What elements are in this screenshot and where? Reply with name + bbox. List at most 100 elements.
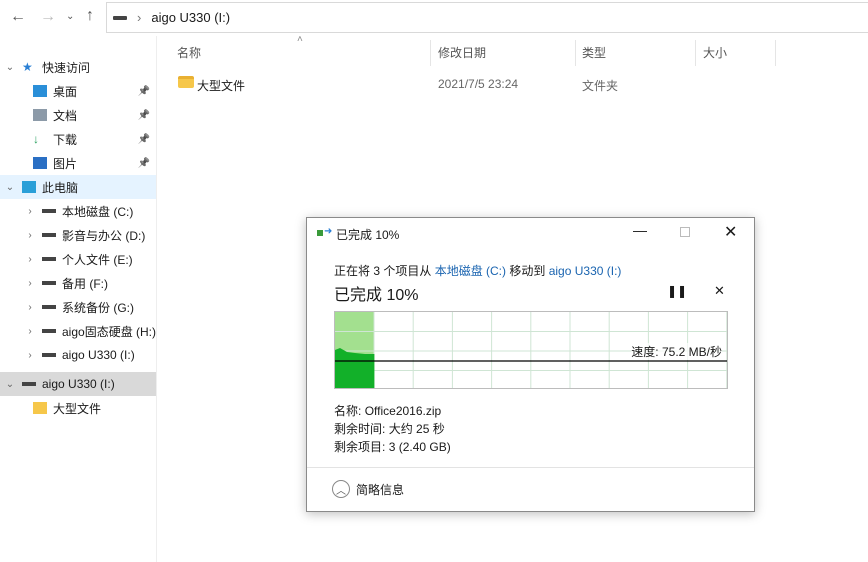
forward-button[interactable]: → xyxy=(40,8,56,26)
close-button[interactable]: ✕ xyxy=(724,222,737,242)
sidebar-item[interactable]: ⌄ aigo U330 (I:) xyxy=(0,372,156,396)
file-type: 文件夹 xyxy=(582,79,619,93)
drive-icon xyxy=(42,353,56,357)
computer-icon xyxy=(22,181,36,193)
items-value: 3 (2.40 GB) xyxy=(388,440,451,454)
name-value: Office2016.zip xyxy=(364,404,442,418)
time-label: 剩余时间: xyxy=(334,422,386,436)
pin-icon[interactable]: 📌 xyxy=(138,134,150,145)
star-icon: ★ xyxy=(22,60,33,74)
sidebar-item-label: 影音与办公 (D:) xyxy=(62,228,146,243)
name-label: 名称: xyxy=(334,404,362,418)
chevron-right-icon[interactable]: › xyxy=(24,302,36,313)
column-type[interactable]: 类型 xyxy=(582,44,606,66)
up-button[interactable]: ↑ xyxy=(86,7,94,25)
desc-mid: 移动到 xyxy=(509,264,546,278)
pin-icon[interactable]: 📌 xyxy=(138,158,150,169)
speed-graph: 速度: 75.2 MB/秒 xyxy=(334,311,728,389)
sidebar-item-label: 桌面 xyxy=(53,84,78,99)
pin-icon[interactable]: 📌 xyxy=(138,86,150,97)
sidebar-item-label: aigo固态硬盘 (H:) xyxy=(62,324,157,339)
column-name[interactable]: 名称 xyxy=(177,44,201,66)
sidebar-item[interactable]: 桌面 📌 xyxy=(0,79,156,103)
sidebar-item-label: 文档 xyxy=(53,108,78,123)
time-value: 大约 25 秒 xyxy=(388,422,445,436)
chevron-down-icon[interactable]: ⌄ xyxy=(4,62,16,73)
maximize-button[interactable] xyxy=(680,227,690,237)
drive-icon xyxy=(42,305,56,309)
drive-icon xyxy=(42,329,56,333)
sidebar-item-label: 本地磁盘 (C:) xyxy=(62,204,134,219)
drive-icon xyxy=(113,15,127,20)
navigation-pane: ⌄ ★ 快速访问桌面 📌 文档 📌 ↓ 下载 📌 图片 📌 ⌄ 此电脑 › 本地磁盘 (C:) › 影音与办公 … xyxy=(0,36,157,562)
details: 名称: Office2016.zip 剩余时间: 大约 25 秒 剩余项目: 3… xyxy=(334,402,451,456)
breadcrumb-path: aigo U330 (I:) xyxy=(151,10,231,25)
sidebar-item-label: 个人文件 (E:) xyxy=(62,252,133,267)
sidebar-item[interactable]: › aigo固态硬盘 (H:) xyxy=(0,319,156,343)
less-details-button[interactable]: ︿ 简略信息 xyxy=(332,480,404,498)
sidebar-item[interactable]: 文档 📌 xyxy=(0,103,156,127)
drive-icon xyxy=(42,209,56,213)
dialog-title: 已完成 10% xyxy=(336,228,400,242)
folder-icon xyxy=(178,76,194,88)
pictures-icon xyxy=(33,157,47,169)
desktop-icon xyxy=(33,85,47,97)
pin-icon[interactable]: 📌 xyxy=(138,110,150,121)
folder-icon xyxy=(33,402,47,414)
column-date[interactable]: 修改日期 xyxy=(438,44,486,66)
drive-icon xyxy=(42,257,56,261)
sidebar-item-label: 备用 (F:) xyxy=(62,276,108,291)
document-icon xyxy=(33,109,47,121)
sidebar-item[interactable]: › aigo U330 (I:) xyxy=(0,343,156,367)
sidebar-item[interactable]: 图片 📌 xyxy=(0,151,156,175)
back-button[interactable]: ← xyxy=(10,8,26,26)
chevron-down-icon[interactable]: ⌄ xyxy=(4,379,16,390)
column-size[interactable]: 大小 xyxy=(703,44,727,66)
breadcrumb-chevron-icon: › xyxy=(137,10,142,25)
drive-icon xyxy=(22,382,36,386)
sidebar-item[interactable]: › 本地磁盘 (C:) xyxy=(0,199,156,223)
address-bar[interactable]: › aigo U330 (I:) xyxy=(106,2,868,33)
file-row[interactable]: 大型文件 2021/7/5 23:24 文件夹 xyxy=(170,73,770,95)
chevron-right-icon[interactable]: › xyxy=(24,326,36,337)
pause-button[interactable]: ❚❚ xyxy=(667,284,687,298)
move-description: 正在将 3 个项目从 本地磁盘 (C:) 移动到 aigo U330 (I:) xyxy=(334,262,621,279)
file-name: 大型文件 xyxy=(197,79,246,93)
sidebar-item-label: aigo U330 (I:) xyxy=(62,348,135,362)
sidebar-item[interactable]: ↓ 下载 📌 xyxy=(0,127,156,151)
chevron-right-icon[interactable]: › xyxy=(24,350,36,361)
cancel-button[interactable]: ✕ xyxy=(714,283,725,299)
sidebar-item[interactable]: › 备用 (F:) xyxy=(0,271,156,295)
sidebar-item[interactable]: ⌄ ★ 快速访问 xyxy=(0,55,156,79)
sidebar-item-label: 图片 xyxy=(53,156,78,171)
sidebar-item-label: 快速访问 xyxy=(42,60,91,75)
less-details-label: 简略信息 xyxy=(356,482,405,497)
sidebar-item[interactable]: › 系统备份 (G:) xyxy=(0,295,156,319)
drive-icon xyxy=(42,233,56,237)
items-label: 剩余项目: xyxy=(334,440,386,454)
chevron-right-icon[interactable]: › xyxy=(24,278,36,289)
sidebar-item-label: 下载 xyxy=(53,132,78,147)
sidebar-item-label: 此电脑 xyxy=(42,180,79,195)
sidebar-item-label: aigo U330 (I:) xyxy=(42,377,115,391)
minimize-button[interactable]: — xyxy=(633,222,647,238)
chevron-right-icon[interactable]: › xyxy=(24,230,36,241)
progress-dialog: ➜ 已完成 10% — ✕ 正在将 3 个项目从 本地磁盘 (C:) 移动到 a… xyxy=(306,217,755,512)
sidebar-item[interactable]: › 影音与办公 (D:) xyxy=(0,223,156,247)
sidebar-item[interactable]: 大型文件 xyxy=(0,396,156,420)
chevron-down-icon[interactable]: ⌄ xyxy=(4,182,16,193)
sidebar-item-label: 系统备份 (G:) xyxy=(62,300,134,315)
recent-dropdown-icon[interactable]: ⌄ xyxy=(66,11,74,22)
download-icon: ↓ xyxy=(33,132,39,146)
sort-ascending-icon: ˄ xyxy=(297,34,303,45)
speed-label: 速度: 75.2 MB/秒 xyxy=(631,343,722,360)
move-icon: ➜ xyxy=(317,226,332,237)
destination-link[interactable]: aigo U330 (I:) xyxy=(549,264,622,278)
sidebar-item-label: 大型文件 xyxy=(53,401,102,416)
sidebar-item[interactable]: › 个人文件 (E:) xyxy=(0,247,156,271)
sidebar-item[interactable]: ⌄ 此电脑 xyxy=(0,175,156,199)
progress-heading: 已完成 10% xyxy=(334,287,419,304)
source-link[interactable]: 本地磁盘 (C:) xyxy=(435,264,506,278)
chevron-right-icon[interactable]: › xyxy=(24,206,36,217)
chevron-right-icon[interactable]: › xyxy=(24,254,36,265)
